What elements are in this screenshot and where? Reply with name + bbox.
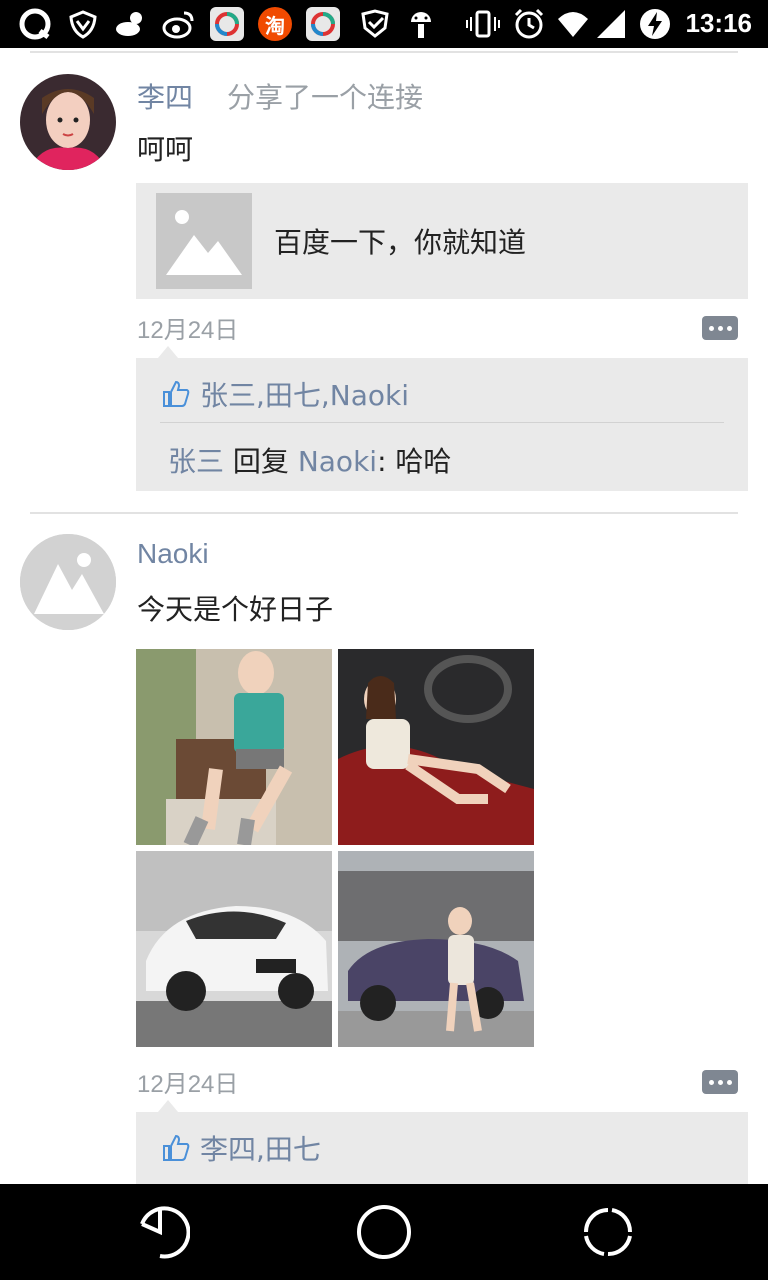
battery-charging-icon bbox=[638, 7, 672, 41]
likes-row: 张三,田七,Naoki bbox=[160, 376, 409, 412]
more-options-button[interactable] bbox=[702, 316, 738, 340]
likes-names[interactable]: 张三,田七,Naoki bbox=[200, 374, 409, 414]
vibrate-icon bbox=[466, 7, 500, 41]
comment-to[interactable]: Naoki bbox=[298, 445, 377, 478]
post-content: 呵呵 bbox=[137, 133, 194, 166]
post-author[interactable]: 李四 bbox=[137, 76, 193, 116]
alarm-icon bbox=[512, 7, 546, 41]
comment-box: 李四,田七 bbox=[136, 1100, 748, 1184]
weibo-icon bbox=[162, 7, 196, 41]
more-options-button[interactable] bbox=[702, 1070, 738, 1094]
post-action: 分享了一个连接 bbox=[227, 81, 424, 114]
wifi-icon bbox=[556, 7, 590, 41]
app-icon bbox=[210, 7, 244, 41]
photo-girl-purple-car[interactable] bbox=[338, 851, 534, 1047]
divider bbox=[30, 512, 738, 514]
comment-box: 张三,田七,Naoki 张三 回复 Naoki: 哈哈 bbox=[136, 346, 748, 491]
photo-girl-chair[interactable] bbox=[136, 649, 332, 845]
likes-row: 李四,田七 bbox=[160, 1130, 321, 1166]
photo-girl-car-interior[interactable] bbox=[338, 649, 534, 845]
back-icon[interactable] bbox=[130, 1202, 191, 1262]
likes-names[interactable]: 李四,田七 bbox=[200, 1128, 321, 1168]
link-title: 百度一下，你就知道 bbox=[274, 226, 527, 259]
photo-white-sports-car[interactable] bbox=[136, 851, 332, 1047]
post-date: 12月24日 bbox=[137, 1071, 239, 1098]
divider bbox=[30, 51, 738, 53]
navigation-bar bbox=[0, 1184, 768, 1280]
comment-item[interactable]: 张三 回复 Naoki: 哈哈 bbox=[168, 440, 451, 480]
thumbs-up-icon bbox=[163, 380, 190, 407]
app-icon bbox=[306, 7, 340, 41]
post-content: 今天是个好日子 bbox=[137, 593, 334, 626]
post-author[interactable]: Naoki bbox=[137, 538, 209, 570]
divider bbox=[160, 422, 724, 423]
shared-link-card[interactable]: 百度一下，你就知道 bbox=[136, 183, 748, 299]
avatar[interactable] bbox=[20, 74, 116, 170]
check-shield-icon bbox=[358, 7, 392, 41]
moments-feed[interactable]: 李四 分享了一个连接 呵呵 百度一下，你就知道 12月24日 张三,田七,Nao… bbox=[0, 48, 768, 1184]
shield-icon bbox=[66, 7, 100, 41]
avatar[interactable] bbox=[20, 534, 116, 630]
image-placeholder-icon bbox=[156, 193, 252, 289]
signal-icon bbox=[594, 7, 628, 41]
comment-verb: 回复 bbox=[224, 445, 298, 478]
clock-time: 13:16 bbox=[685, 8, 753, 38]
status-bar: 淘 13:16 bbox=[0, 0, 768, 48]
comment-from[interactable]: 张三 bbox=[168, 445, 224, 478]
post-date: 12月24日 bbox=[137, 317, 239, 344]
android-icon bbox=[404, 7, 438, 41]
taobao-icon: 淘 bbox=[258, 7, 292, 41]
weather-icon bbox=[114, 7, 148, 41]
qq-icon bbox=[18, 7, 52, 41]
home-icon[interactable] bbox=[354, 1202, 414, 1262]
recents-icon[interactable] bbox=[578, 1202, 638, 1262]
thumbs-up-icon bbox=[163, 1134, 190, 1161]
comment-text: : 哈哈 bbox=[377, 445, 452, 478]
